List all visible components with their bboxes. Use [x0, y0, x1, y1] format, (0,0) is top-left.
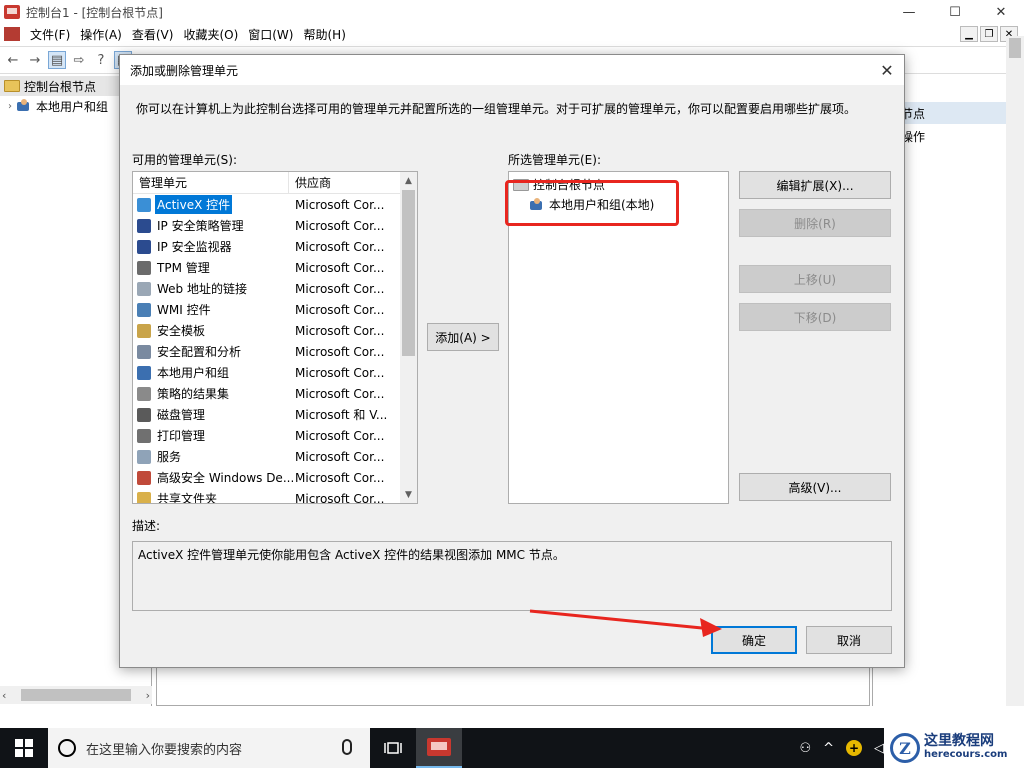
- start-button[interactable]: [0, 728, 48, 768]
- annotation-arrow-head: [700, 618, 722, 637]
- annotation-arrow-line: [529, 609, 713, 631]
- tray-badge-icon[interactable]: +: [846, 740, 862, 756]
- volume-icon[interactable]: ◁: [874, 741, 884, 756]
- site-watermark: Z 这里教程网 herecours.com: [884, 728, 1024, 768]
- taskbar-mmc-app[interactable]: [416, 728, 462, 768]
- windows-logo-icon: [15, 739, 33, 757]
- chevron-up-icon[interactable]: ^: [823, 741, 834, 756]
- taskbar-search[interactable]: 在这里输入你要搜索的内容: [48, 728, 370, 768]
- mmc-app-icon: [427, 738, 451, 756]
- watermark-title: 这里教程网: [924, 733, 994, 749]
- watermark-url: herecours.com: [924, 749, 1008, 760]
- taskbar: 在这里输入你要搜索的内容 ⚇ ^ + ◁ Z 这里教程网 herecours.c…: [0, 728, 1024, 768]
- people-icon[interactable]: ⚇: [799, 741, 811, 756]
- microphone-icon[interactable]: [342, 739, 352, 755]
- task-view-button[interactable]: [370, 728, 416, 768]
- watermark-logo-icon: Z: [890, 733, 920, 763]
- system-tray: ⚇ ^ + ◁: [799, 728, 884, 768]
- annotation-arrow: [529, 609, 722, 637]
- cortana-icon: [58, 739, 76, 757]
- watermark-text: 这里教程网 herecours.com: [924, 734, 1007, 762]
- search-placeholder: 在这里输入你要搜索的内容: [86, 742, 243, 758]
- task-view-icon: [384, 742, 402, 754]
